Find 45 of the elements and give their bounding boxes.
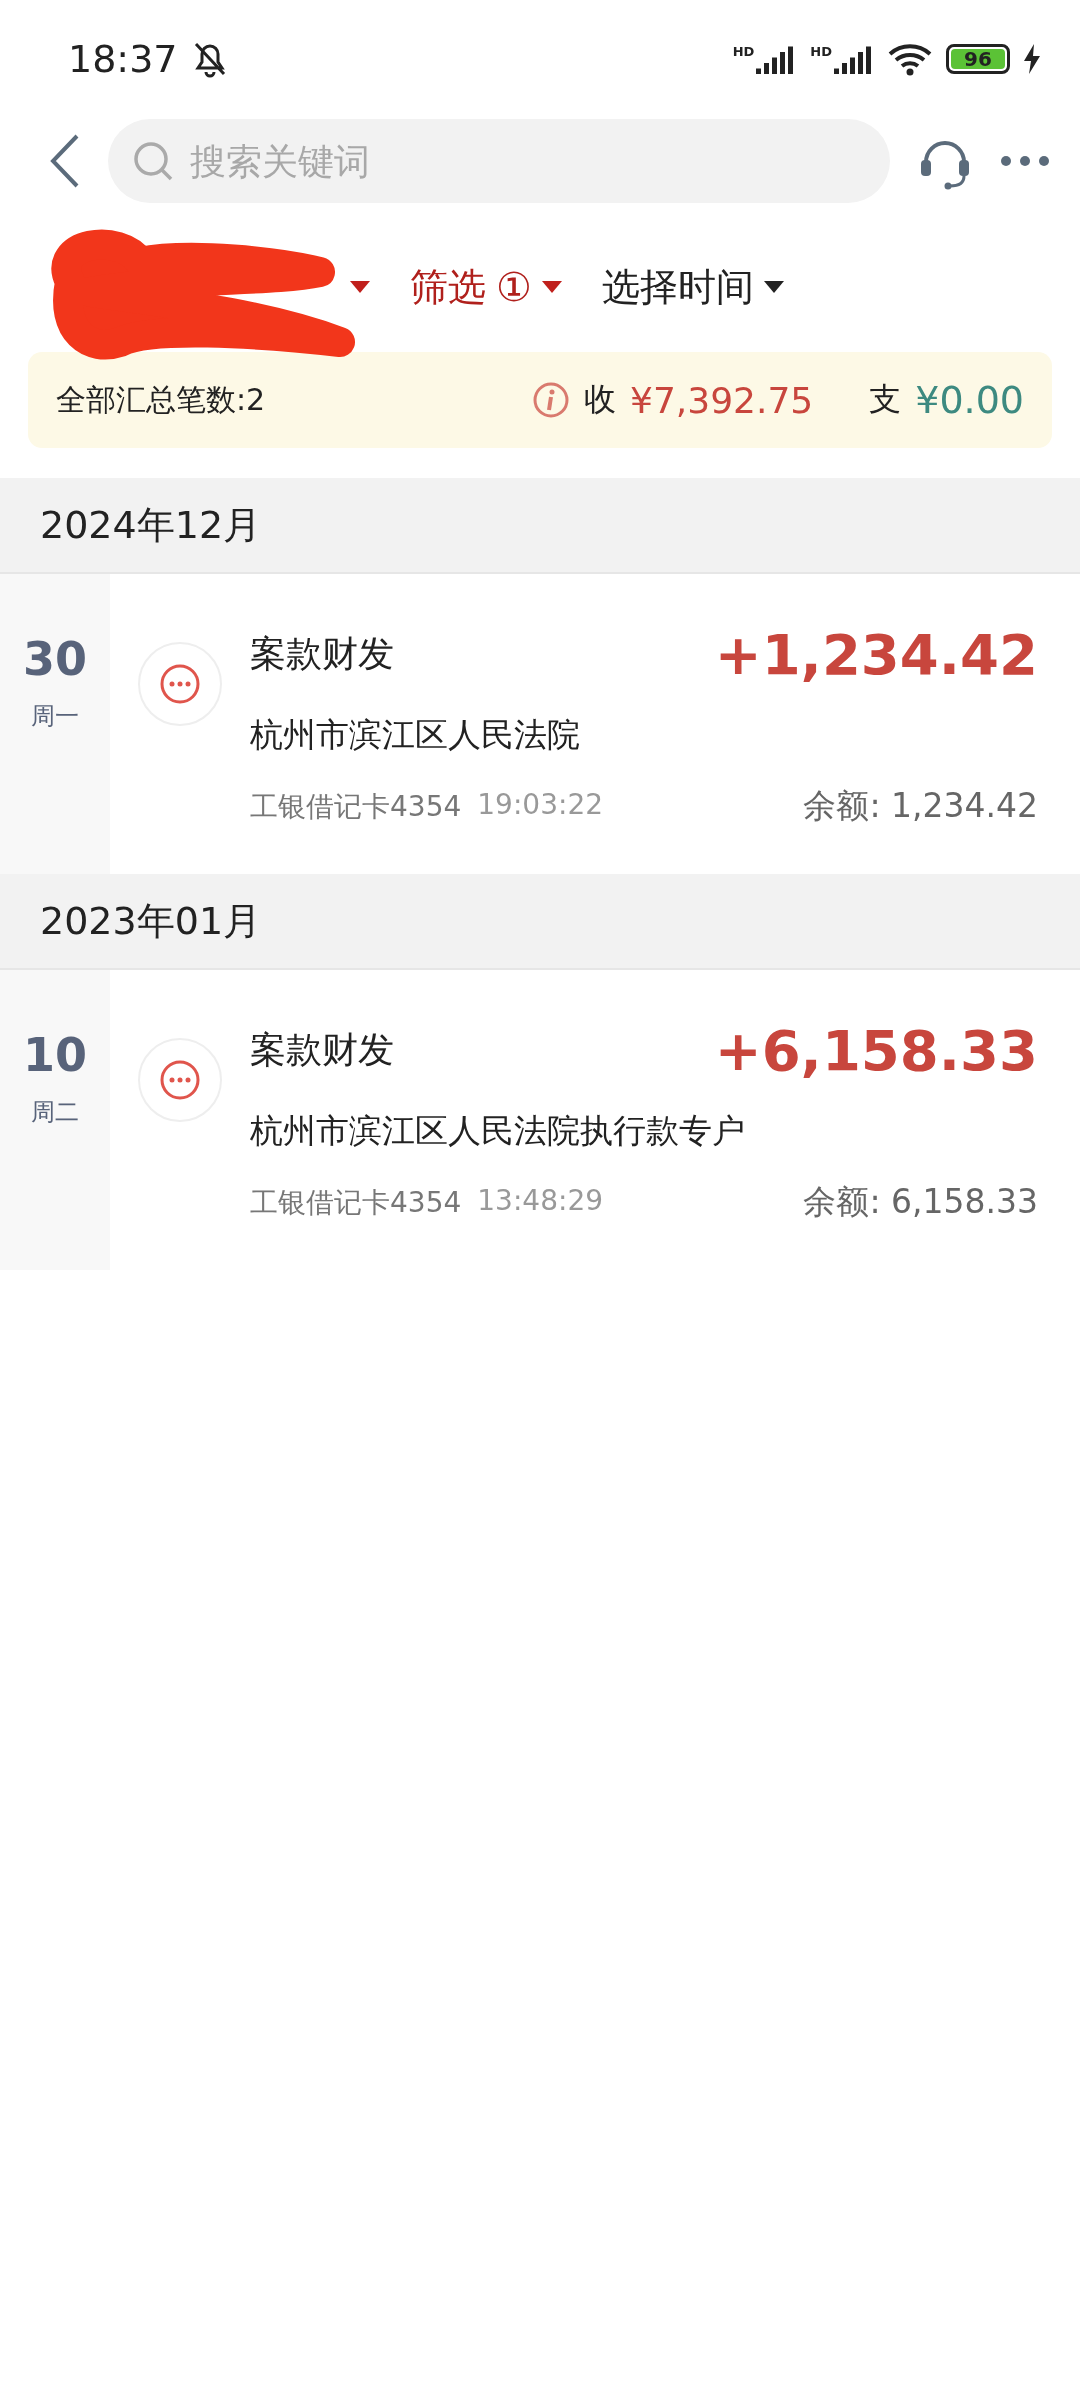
transaction-row[interactable]: 10 周二 案款财发 +6,158.33 杭州市滨江区人民法院执行款专户 工银借记卡4354 13:48:29 余额: 6,158.33 [0, 970, 1080, 1270]
day: 30 [23, 632, 87, 686]
counterparty: 杭州市滨江区人民法院 [250, 714, 581, 756]
more-icon [138, 1038, 222, 1122]
card-name: 工银借记卡4354 [250, 788, 462, 825]
income-label: 收 [584, 379, 616, 420]
caret-icon [763, 281, 784, 293]
transaction-title: 案款财发 [250, 632, 394, 676]
weekday: 周二 [31, 1097, 79, 1128]
balance: 余额: 1,234.42 [803, 785, 1038, 827]
signal-icon [834, 44, 874, 74]
amount: +6,158.33 [714, 1018, 1038, 1083]
income-total: ¥7,392.75 [630, 379, 814, 421]
transaction-row[interactable]: 30 周一 案款财发 +1,234.42 杭州市滨江区人民法院 工银借记卡4354 19:03:22 余额: 1,234.42 [0, 574, 1080, 874]
month-header: 2023年01月 [0, 874, 1080, 970]
network-label: HD [810, 44, 832, 59]
month-header: 2024年12月 [0, 478, 1080, 574]
caret-icon [541, 281, 562, 293]
weekday: 周一 [31, 701, 79, 732]
balance: 余额: 6,158.33 [803, 1181, 1038, 1223]
expense-label: 支 [869, 379, 902, 420]
expense-total: ¥0.00 [915, 378, 1024, 422]
transaction-time: 19:03:22 [477, 787, 604, 823]
clock: 18:37 [68, 37, 178, 81]
search-field[interactable]: 搜索关键词 [108, 119, 890, 203]
more-icon[interactable] [1000, 155, 1050, 167]
record-count: 全部汇总笔数:2 [56, 380, 266, 419]
wifi-icon [888, 42, 932, 76]
card-name: 工银借记卡4354 [250, 1184, 462, 1221]
back-icon[interactable] [50, 134, 80, 188]
amount: +1,234.42 [714, 622, 1038, 687]
filter-count: ① [496, 264, 532, 310]
network-label: HD [732, 44, 755, 59]
day: 10 [23, 1028, 87, 1082]
search-icon [132, 140, 174, 182]
battery-icon: 96 [946, 44, 1010, 74]
more-icon [138, 642, 222, 726]
transaction-time: 13:48:29 [477, 1183, 604, 1219]
transaction-title: 案款财发 [250, 1028, 394, 1072]
dropdown-menu[interactable]: 选择时间 [601, 261, 784, 313]
info-icon[interactable] [532, 381, 570, 419]
caret-icon [350, 281, 370, 293]
counterparty: 杭州市滨江区人民法院执行款专户 [250, 1110, 746, 1152]
dropdown-menu[interactable]: 筛选 ① [410, 261, 562, 313]
charging-icon [1024, 44, 1040, 74]
